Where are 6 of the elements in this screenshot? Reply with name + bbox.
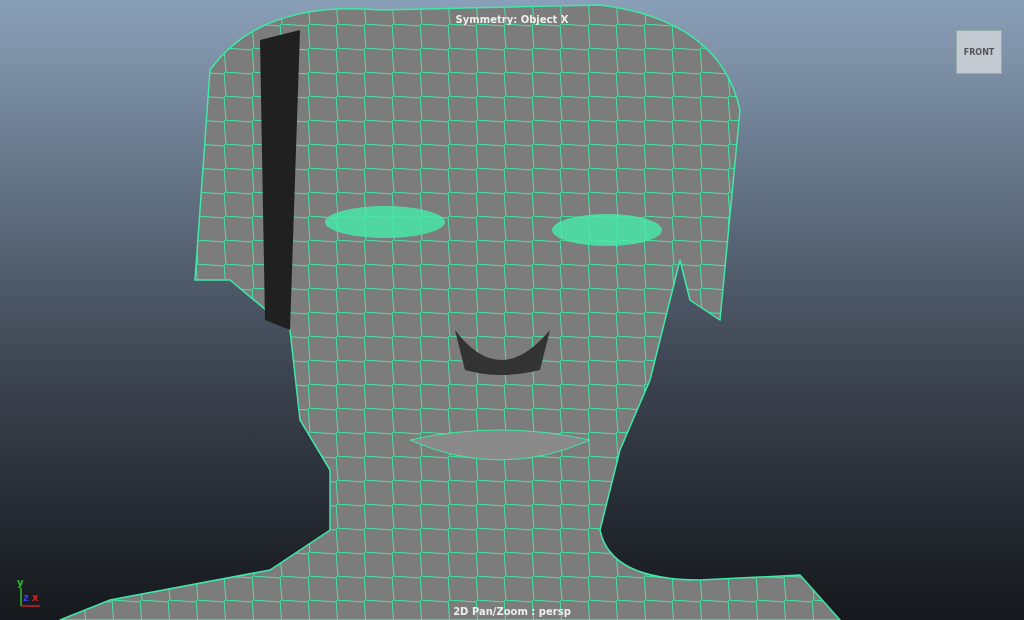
camera-status-label: 2D Pan/Zoom : persp	[452, 606, 572, 617]
axis-label: z	[23, 593, 29, 603]
axis-label: x	[32, 593, 39, 603]
axis-label: y	[17, 578, 24, 588]
axis-icon	[18, 586, 42, 608]
view-cube[interactable]: FRONT	[956, 30, 1002, 74]
